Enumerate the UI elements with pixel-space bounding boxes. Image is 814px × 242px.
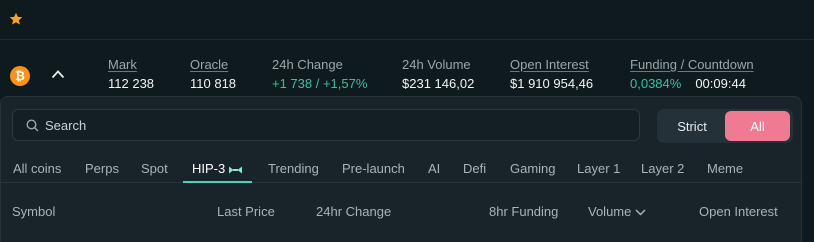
strict-button[interactable]: Strict	[659, 111, 725, 141]
funding-values: 0,0384% 00:09:44	[630, 75, 754, 93]
chevron-down-icon	[635, 209, 646, 216]
change-value: +1 738 / +1,57%	[272, 76, 368, 91]
search-input[interactable]	[45, 110, 625, 140]
tab-defi[interactable]: Defi	[463, 155, 486, 183]
star-icon[interactable]	[9, 12, 23, 26]
ticker-bar: ₿ Mark 112 238 Oracle 110 818 24h Change…	[0, 41, 814, 96]
column-last-price[interactable]: Last Price	[217, 204, 275, 219]
tab-all-coins[interactable]: All coins	[13, 155, 61, 183]
funding-rate: 0,0384%	[630, 76, 682, 91]
all-button[interactable]: All	[725, 111, 790, 141]
oracle-stat: Oracle 110 818	[190, 57, 236, 93]
funding-label[interactable]: Funding / Countdown	[630, 57, 754, 73]
hyperliquid-icon	[229, 166, 243, 174]
open-interest-label[interactable]: Open Interest	[510, 57, 593, 73]
mark-value: 112 238	[108, 76, 155, 91]
volume-label: 24h Volume	[402, 57, 471, 72]
mark-stat: Mark 112 238	[108, 57, 154, 93]
tab-trending[interactable]: Trending	[268, 155, 319, 183]
open-interest-value: $1 910 954,46	[510, 76, 594, 91]
mark-label[interactable]: Mark	[108, 57, 154, 73]
tab-hip-3-label: HIP-3	[192, 161, 226, 176]
column-8hr-funding[interactable]: 8hr Funding	[489, 204, 558, 219]
coin-selector-panel: Strict All All coins Perps Spot HIP-3 Tr…	[0, 96, 802, 242]
column-symbol[interactable]: Symbol	[12, 204, 55, 219]
search-box[interactable]	[12, 109, 640, 141]
column-open-interest[interactable]: Open Interest	[699, 204, 778, 219]
search-icon	[26, 119, 39, 132]
chevron-up-icon[interactable]	[51, 69, 65, 79]
funding-stat: Funding / Countdown 0,0384% 00:09:44	[630, 57, 754, 93]
volume-stat: 24h Volume $231 146,02	[402, 57, 474, 93]
tab-gaming[interactable]: Gaming	[510, 155, 556, 183]
tab-hip-3[interactable]: HIP-3	[183, 155, 253, 183]
tab-meme[interactable]: Meme	[707, 155, 743, 183]
change-label: 24h Change	[272, 57, 343, 72]
volume-value: $231 146,02	[402, 76, 475, 91]
column-volume-label: Volume	[588, 204, 632, 219]
tab-pre-launch[interactable]: Pre-launch	[342, 155, 405, 183]
open-interest-stat: Open Interest $1 910 954,46	[510, 57, 593, 93]
oracle-value: 110 818	[190, 76, 237, 91]
tab-layer-1[interactable]: Layer 1	[577, 155, 620, 183]
tab-layer-2[interactable]: Layer 2	[641, 155, 684, 183]
column-24hr-change[interactable]: 24hr Change	[316, 204, 391, 219]
tab-ai[interactable]: AI	[428, 155, 440, 183]
tab-spot[interactable]: Spot	[141, 155, 168, 183]
bitcoin-icon: ₿	[10, 66, 30, 86]
top-bar	[0, 0, 814, 40]
column-volume[interactable]: Volume	[588, 204, 646, 219]
oracle-label[interactable]: Oracle	[190, 57, 236, 73]
match-filter-toggle: Strict All	[657, 109, 793, 143]
category-tabs: All coins Perps Spot HIP-3 Trending Pre-…	[1, 155, 801, 183]
change-stat: 24h Change +1 738 / +1,57%	[272, 57, 367, 93]
tab-perps[interactable]: Perps	[85, 155, 119, 183]
funding-countdown: 00:09:44	[695, 76, 746, 91]
